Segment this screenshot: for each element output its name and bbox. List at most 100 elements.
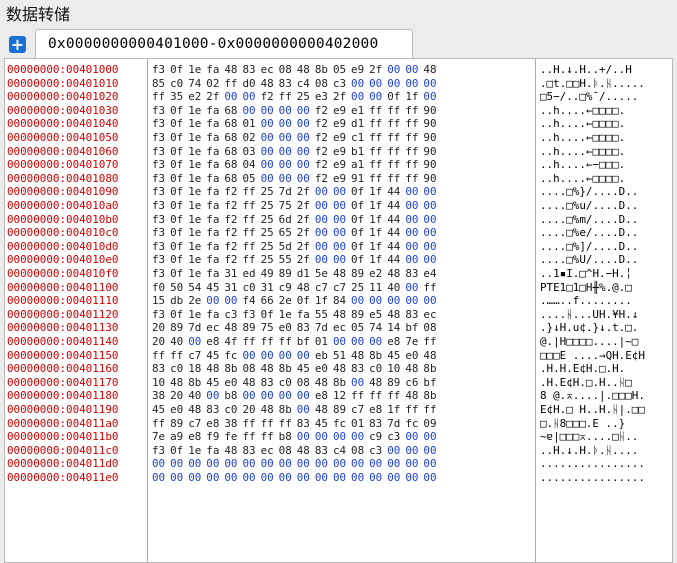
row-hex-bytes[interactable]: 83 c0 18 48 8b 08 48 8b 45 e0 48 83 c0 10 48 8b xyxy=(152,362,534,376)
hex-byte[interactable]: 00 xyxy=(405,281,423,295)
hex-byte[interactable]: f3 xyxy=(152,308,170,322)
hex-byte[interactable]: 00 xyxy=(279,158,297,172)
hex-byte[interactable]: 8b xyxy=(423,362,441,376)
hex-byte[interactable]: b8 xyxy=(279,430,297,444)
hex-byte[interactable]: 44 xyxy=(387,185,405,199)
hex-byte[interactable]: f2 xyxy=(315,104,333,118)
hex-byte[interactable]: 68 xyxy=(224,104,242,118)
hex-byte[interactable]: 83 xyxy=(206,403,224,417)
hex-byte[interactable]: e3 xyxy=(315,90,333,104)
hex-byte[interactable]: d0 xyxy=(242,77,260,91)
hex-byte[interactable]: 45 xyxy=(297,362,315,376)
hex-byte[interactable]: 1f xyxy=(369,226,387,240)
hex-byte[interactable]: 00 xyxy=(351,77,369,91)
hex-byte[interactable]: 00 xyxy=(405,471,423,485)
hex-byte[interactable]: 48 xyxy=(242,376,260,390)
row-hex-bytes[interactable]: f0 50 54 45 31 c0 31 c9 48 c7 c7 25 11 40 00 ff xyxy=(152,281,534,295)
hex-byte[interactable]: c0 xyxy=(224,403,242,417)
hex-byte[interactable]: 1e xyxy=(188,185,206,199)
hex-byte[interactable]: 05 xyxy=(333,63,351,77)
row-hex-bytes[interactable]: 7e a9 e8 f9 fe ff ff b8 00 00 00 00 c9 c3 00 00 xyxy=(152,430,534,444)
hex-byte[interactable]: 00 xyxy=(297,430,315,444)
hex-byte[interactable]: 25 xyxy=(261,213,279,227)
hex-byte[interactable]: fa xyxy=(206,240,224,254)
hex-byte[interactable]: 83 xyxy=(297,321,315,335)
hex-byte[interactable]: e0 xyxy=(279,321,297,335)
hex-byte[interactable]: 00 xyxy=(423,444,441,458)
hex-byte[interactable]: bf xyxy=(405,321,423,335)
row-address[interactable]: 00000000:00401070 xyxy=(7,158,145,172)
hex-byte[interactable]: ff xyxy=(369,158,387,172)
hex-byte[interactable]: f2 xyxy=(315,145,333,159)
row-address[interactable]: 00000000:00401080 xyxy=(7,172,145,186)
hex-byte[interactable]: 04 xyxy=(242,158,260,172)
hex-byte[interactable]: 85 xyxy=(152,77,170,91)
hex-byte[interactable]: bf xyxy=(297,335,315,349)
hex-byte[interactable]: 12 xyxy=(333,389,351,403)
hex-byte[interactable]: f4 xyxy=(242,294,260,308)
hex-byte[interactable]: ff xyxy=(242,240,260,254)
hex-byte[interactable]: 65 xyxy=(279,226,297,240)
row-ascii[interactable]: ................ xyxy=(538,471,672,485)
hex-byte[interactable]: 83 xyxy=(369,417,387,431)
hex-byte[interactable]: 00 xyxy=(224,90,242,104)
hex-byte[interactable]: ec xyxy=(261,444,279,458)
hex-byte[interactable]: 1e xyxy=(188,240,206,254)
row-address[interactable]: 00000000:004011d0 xyxy=(7,457,145,471)
hex-byte[interactable]: 00 xyxy=(242,349,260,363)
hex-byte[interactable]: 00 xyxy=(405,63,423,77)
hex-byte[interactable]: 1f xyxy=(369,253,387,267)
hex-byte[interactable]: 00 xyxy=(261,349,279,363)
hex-byte[interactable]: 00 xyxy=(333,213,351,227)
hex-byte[interactable]: 00 xyxy=(423,90,441,104)
hex-byte[interactable]: 25 xyxy=(351,281,369,295)
hex-byte[interactable]: 89 xyxy=(351,308,369,322)
hex-byte[interactable]: fa xyxy=(206,213,224,227)
hex-byte[interactable]: 8b xyxy=(369,349,387,363)
hex-byte[interactable]: 00 xyxy=(261,471,279,485)
hex-byte[interactable]: 1e xyxy=(188,267,206,281)
hex-byte[interactable]: 00 xyxy=(369,457,387,471)
hex-byte[interactable]: 00 xyxy=(423,77,441,91)
hex-byte[interactable]: 7d xyxy=(279,185,297,199)
hex-byte[interactable]: f2 xyxy=(224,253,242,267)
hex-byte[interactable]: 44 xyxy=(387,253,405,267)
row-ascii[interactable]: .H.E¢H.□.H..ᚺ□ xyxy=(538,376,672,390)
row-address[interactable]: 00000000:00401010 xyxy=(7,77,145,91)
hex-byte[interactable]: f2 xyxy=(224,185,242,199)
hex-byte[interactable]: fc xyxy=(333,417,351,431)
row-address[interactable]: 00000000:00401160 xyxy=(7,362,145,376)
hex-byte[interactable]: 0f xyxy=(170,63,188,77)
hex-byte[interactable]: f3 xyxy=(152,63,170,77)
hex-byte[interactable]: 0f xyxy=(170,308,188,322)
hex-byte[interactable]: 48 xyxy=(387,267,405,281)
row-hex-bytes[interactable]: 15 db 2e 00 00 f4 66 2e 0f 1f 84 00 00 00 00 00 xyxy=(152,294,534,308)
hex-byte[interactable]: f2 xyxy=(224,240,242,254)
hex-byte[interactable]: eb xyxy=(315,349,333,363)
hex-byte[interactable]: 48 xyxy=(333,362,351,376)
hex-byte[interactable]: 74 xyxy=(369,321,387,335)
hex-byte[interactable]: ff xyxy=(387,158,405,172)
hex-byte[interactable]: fa xyxy=(206,226,224,240)
hex-byte[interactable]: f3 xyxy=(152,267,170,281)
hex-byte[interactable]: 83 xyxy=(242,63,260,77)
row-ascii[interactable]: ..h....←□□□□. xyxy=(538,172,672,186)
row-ascii[interactable]: □5−/..□%¯/..... xyxy=(538,90,672,104)
hex-byte[interactable]: 00 xyxy=(405,457,423,471)
hex-byte[interactable]: 18 xyxy=(188,362,206,376)
hex-byte[interactable]: c0 xyxy=(170,77,188,91)
hex-byte[interactable]: ff xyxy=(351,389,369,403)
hex-byte[interactable]: 0f xyxy=(261,308,279,322)
hex-byte[interactable]: 8b xyxy=(423,389,441,403)
hex-byte[interactable]: ff xyxy=(369,131,387,145)
hex-byte[interactable]: 25 xyxy=(261,226,279,240)
hex-byte[interactable]: 83 xyxy=(315,444,333,458)
hex-byte[interactable]: 00 xyxy=(261,158,279,172)
hex-byte[interactable]: 89 xyxy=(333,403,351,417)
hex-byte[interactable]: 02 xyxy=(206,77,224,91)
hex-byte[interactable]: 68 xyxy=(224,145,242,159)
hex-byte[interactable]: 00 xyxy=(423,430,441,444)
hex-byte[interactable]: 2f xyxy=(369,63,387,77)
row-address[interactable]: 00000000:00401040 xyxy=(7,117,145,131)
hex-byte[interactable]: 1f xyxy=(369,213,387,227)
